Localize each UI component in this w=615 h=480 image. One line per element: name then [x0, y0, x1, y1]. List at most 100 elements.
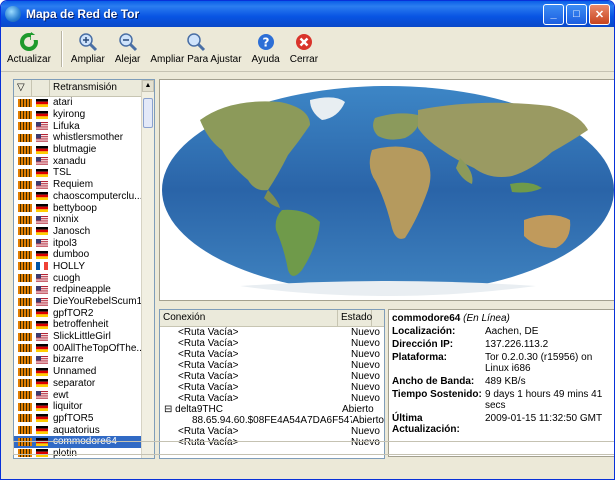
relay-list-item[interactable]: bettyboop — [14, 202, 154, 214]
bandwidth-bar-icon — [18, 239, 32, 248]
relay-list-item[interactable]: bizarre — [14, 354, 154, 366]
relay-list-item[interactable]: DieYouRebelScum1 — [14, 296, 154, 308]
relay-list-item[interactable]: dumboo — [14, 249, 154, 261]
connection-row[interactable]: <Ruta Vacía> Nuevo — [160, 360, 384, 371]
main-area: ▽ Retransmisión atari kyirong Lifuka whistl… — [9, 75, 614, 459]
bandwidth-bar-icon — [18, 250, 32, 259]
de-flag-icon — [36, 402, 53, 411]
relay-list-item[interactable]: 00AllTheTopOfThe... — [14, 342, 154, 354]
relay-list-item[interactable]: xanadu — [14, 155, 154, 167]
connection-state: Nuevo — [350, 338, 380, 349]
bandwidth-bar-icon — [18, 157, 32, 166]
close-window-button[interactable]: ✕ — [589, 3, 610, 25]
relay-list-item[interactable]: cuogh — [14, 272, 154, 284]
relay-list-item[interactable]: betroffenheit — [14, 319, 154, 331]
relay-column-header[interactable]: Retransmisión — [50, 80, 142, 96]
connection-name: <Ruta Vacía> — [178, 426, 239, 437]
status-bar — [13, 441, 614, 455]
connection-row[interactable]: <Ruta Vacía> Nuevo — [160, 426, 384, 437]
connection-row[interactable]: 88.65.94.60.$08FE4A54A7DA6F547... Abierto — [160, 415, 384, 426]
relay-list-item[interactable]: Janosch — [14, 226, 154, 238]
help-button[interactable]: ? Ayuda — [252, 31, 280, 65]
detail-value: Tor 0.2.0.30 (r15956) on Linux i686 — [485, 352, 593, 374]
relay-name: cuogh — [53, 272, 81, 284]
zoom-to-fit-button[interactable]: Ampliar Para Ajustar — [150, 31, 242, 65]
relay-list-item[interactable]: Unnamed — [14, 366, 154, 378]
connection-row[interactable]: ⊟ delta9THC Abierto — [160, 404, 384, 415]
us-flag-icon — [36, 180, 53, 189]
detail-key: Plataforma: — [392, 352, 448, 363]
bandwidth-bar-icon — [18, 367, 32, 376]
connection-state: Abierto — [342, 404, 374, 415]
connection-row[interactable]: <Ruta Vacía> Nuevo — [160, 382, 384, 393]
relay-list-item[interactable]: chaoscomputerclu... — [14, 191, 154, 203]
connection-row[interactable]: <Ruta Vacía> Nuevo — [160, 371, 384, 382]
zoom-in-button[interactable]: Ampliar — [71, 31, 105, 65]
relay-name: SlickLittleGirl — [53, 331, 111, 343]
relay-list-item[interactable]: kyirong — [14, 109, 154, 121]
relay-list-item[interactable]: blutmagie — [14, 144, 154, 156]
connection-column-header[interactable]: Conexión — [160, 310, 338, 326]
relay-list-item[interactable]: ewt — [14, 389, 154, 401]
relay-rows: atari kyirong Lifuka whistlersmother blutmag… — [14, 97, 154, 458]
relay-list[interactable]: ▽ Retransmisión atari kyirong Lifuka whistl… — [13, 79, 155, 459]
detail-value: 9 days 1 hours 49 mins 41 secs — [485, 389, 603, 411]
relay-list-item[interactable]: Requiem — [14, 179, 154, 191]
zoom-out-button[interactable]: Alejar — [115, 31, 140, 65]
connection-row[interactable]: <Ruta Vacía> Nuevo — [160, 327, 384, 338]
relay-list-item[interactable]: nixnix — [14, 214, 154, 226]
relay-list-item[interactable]: liquitor — [14, 401, 154, 413]
bandwidth-bar-icon — [18, 168, 32, 177]
relay-name: HOLLY — [53, 260, 86, 272]
toolbar-separator — [60, 31, 63, 67]
connection-state: Nuevo — [350, 426, 380, 437]
de-flag-icon — [36, 250, 53, 259]
refresh-button[interactable]: Actualizar — [7, 31, 51, 65]
connection-name: <Ruta Vacía> — [178, 382, 239, 393]
relay-list-item[interactable]: gpfTOR5 — [14, 413, 154, 425]
relay-name: itpol3 — [53, 237, 77, 249]
relay-list-item[interactable]: separator — [14, 378, 154, 390]
relay-name: separator — [53, 377, 96, 389]
relay-name: aquatorius — [53, 424, 100, 436]
relay-list-item[interactable]: aquatorius — [14, 424, 154, 436]
relay-list-item[interactable]: whistlersmother — [14, 132, 154, 144]
relay-name: whistlersmother — [53, 132, 124, 144]
relay-list-scrollbar[interactable]: ▲ — [141, 80, 154, 458]
relay-list-item[interactable]: SlickLittleGirl — [14, 331, 154, 343]
relay-list-item[interactable]: HOLLY — [14, 261, 154, 273]
zoom-in-icon — [77, 31, 99, 53]
world-map-image — [162, 86, 614, 296]
connection-tree-header: Conexión Estado — [160, 310, 384, 327]
title-bar[interactable]: Mapa de Red de Tor _ □ ✕ — [1, 1, 614, 27]
relay-list-item[interactable]: itpol3 — [14, 237, 154, 249]
relay-name: kyirong — [53, 109, 86, 121]
state-column-header[interactable]: Estado — [338, 310, 372, 326]
scroll-thumb[interactable] — [143, 98, 153, 128]
connection-row[interactable]: <Ruta Vacía> Nuevo — [160, 349, 384, 360]
relay-list-item[interactable]: redpineapple — [14, 284, 154, 296]
minimize-button[interactable]: _ — [543, 3, 564, 25]
relay-list-item[interactable]: gpfTOR2 — [14, 307, 154, 319]
sort-column-header[interactable]: ▽ — [14, 80, 32, 96]
world-map[interactable] — [159, 79, 614, 301]
relay-list-item[interactable]: atari — [14, 97, 154, 109]
relay-list-item[interactable]: Lifuka — [14, 120, 154, 132]
relay-list-item[interactable]: TSL — [14, 167, 154, 179]
relay-detail-fields: Localización: Aachen, DE Dirección IP: 137.… — [392, 326, 611, 435]
connection-tree[interactable]: Conexión Estado <Ruta Vacía> Nuevo <Ruta V… — [159, 309, 385, 459]
connection-state: Nuevo — [350, 371, 380, 382]
connection-name: <Ruta Vacía> — [178, 393, 239, 404]
relay-detail-row: Dirección IP: 137.226.113.2 — [392, 339, 611, 350]
close-button[interactable]: Cerrar — [290, 31, 318, 65]
relay-name: DieYouRebelScum1 — [53, 296, 143, 308]
de-flag-icon — [36, 320, 53, 329]
relay-name: dumboo — [53, 249, 90, 261]
connection-row[interactable]: <Ruta Vacía> Nuevo — [160, 338, 384, 349]
maximize-button[interactable]: □ — [566, 3, 587, 25]
connection-row[interactable]: <Ruta Vacía> Nuevo — [160, 393, 384, 404]
close-icon — [293, 31, 315, 53]
flag-column-header[interactable] — [32, 80, 50, 96]
scroll-up-arrow-icon[interactable]: ▲ — [142, 80, 154, 92]
de-flag-icon — [36, 204, 53, 213]
